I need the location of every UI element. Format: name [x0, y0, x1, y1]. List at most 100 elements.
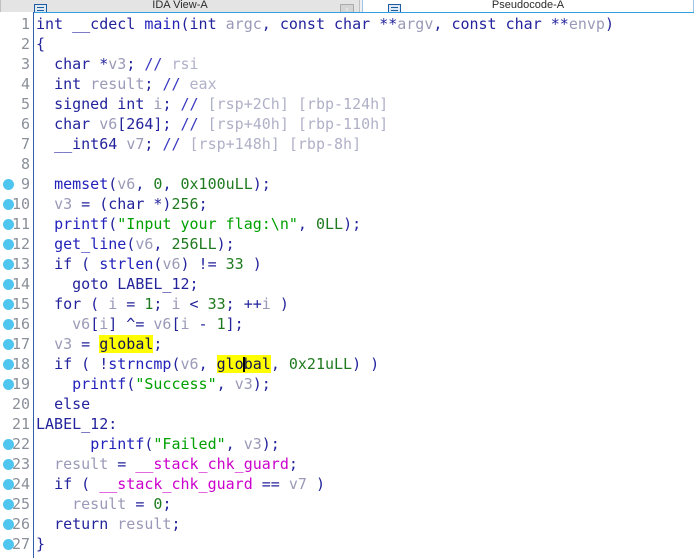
- token-str: "Failed": [153, 435, 226, 453]
- token-punc: [36, 335, 54, 353]
- token-var: result: [54, 455, 109, 473]
- code-text: printf("Failed", v3);: [36, 434, 280, 454]
- line-number: 2: [20, 35, 30, 53]
- token-punc: [36, 115, 54, 133]
- code-line[interactable]: 20 else: [0, 394, 694, 414]
- token-var: i: [261, 295, 271, 313]
- code-line[interactable]: 11 printf("Input your flag:\n", 0LL);: [0, 214, 694, 234]
- code-line[interactable]: 19 printf("Success", v3);: [0, 374, 694, 394]
- token-punc: [36, 395, 54, 413]
- code-line[interactable]: 24 if ( __stack_chk_guard == v7 ): [0, 474, 694, 494]
- token-punc: }: [36, 535, 46, 553]
- code-line[interactable]: 22 printf("Failed", v3);: [0, 434, 694, 454]
- code-line[interactable]: 4 int result; // eax: [0, 74, 694, 94]
- code-line[interactable]: 27}: [0, 534, 694, 554]
- code-line[interactable]: 3 char *v3; // rsi: [0, 54, 694, 74]
- token-var: i: [180, 315, 190, 333]
- tab-ida-view-a-label: IDA View-A: [152, 0, 208, 11]
- line-number: 4: [20, 75, 30, 93]
- code-line[interactable]: 14 goto LABEL_12;: [0, 274, 694, 294]
- highlighted-symbol[interactable]: global: [99, 335, 154, 353]
- code-line[interactable]: 6 char v6[264]; // [rsp+40h] [rbp-110h]: [0, 114, 694, 134]
- token-num: 256: [171, 195, 199, 213]
- token-punc: [36, 455, 54, 473]
- code-line[interactable]: 2{: [0, 34, 694, 54]
- token-punc: **: [379, 15, 398, 33]
- token-punc: [36, 355, 54, 373]
- code-line[interactable]: 8: [0, 154, 694, 174]
- token-var: v3: [54, 335, 73, 353]
- code-line[interactable]: 10 v3 = (char *)256;: [0, 194, 694, 214]
- token-fn: strncmp: [108, 355, 172, 373]
- line-number: 27: [11, 535, 30, 553]
- line-number: 25: [11, 495, 30, 513]
- token-cmt: rsi: [171, 55, 199, 73]
- token-punc: [36, 55, 54, 73]
- code-line[interactable]: 21 LABEL_12:: [0, 414, 694, 434]
- line-number: 13: [11, 255, 30, 273]
- code-line[interactable]: 25 result = 0;: [0, 494, 694, 514]
- token-kw: const char: [279, 15, 380, 33]
- token-punc: ;: [144, 75, 163, 93]
- token-var: v3: [108, 55, 127, 73]
- close-icon[interactable]: ▫: [340, 4, 354, 12]
- token-punc: **: [550, 15, 569, 33]
- token-punc: (: [126, 235, 136, 253]
- token-punc: [36, 215, 54, 233]
- tab-pseudocode-a[interactable]: Pseudocode-A: [362, 0, 694, 12]
- code-line[interactable]: 18 if ( !strncmp(v6, global, 0x21uLL) ): [0, 354, 694, 374]
- token-fn: get_line: [54, 235, 127, 253]
- token-punc: ,: [433, 15, 452, 33]
- token-kw: char: [54, 115, 100, 133]
- line-number: 12: [11, 235, 30, 253]
- pseudocode-editor[interactable]: 1 int __cdecl main(int argc, const char *…: [0, 12, 694, 558]
- code-line[interactable]: 7 __int64 v7; // [rsp+148h] [rbp-8h]: [0, 134, 694, 154]
- line-number: 23: [11, 455, 30, 473]
- token-punc: );: [216, 235, 235, 253]
- token-punc: (: [108, 175, 118, 193]
- code-text: char v6[264]; // [rsp+40h] [rbp-110h]: [36, 114, 388, 134]
- token-punc: =: [108, 455, 136, 473]
- token-cmt: [rsp+2Ch] [rbp-124h]: [207, 95, 389, 113]
- line-number: 7: [20, 135, 30, 153]
- token-punc: [36, 95, 54, 113]
- token-punc: [36, 275, 72, 293]
- code-line[interactable]: 13 if ( strlen(v6) != 33 ): [0, 254, 694, 274]
- code-line[interactable]: 23 result = __stack_chk_guard;: [0, 454, 694, 474]
- code-text: if ( strlen(v6) != 33 ): [36, 254, 262, 274]
- highlighted-symbol[interactable]: global: [216, 355, 271, 373]
- code-line[interactable]: 9 memset(v6, 0, 0x100uLL);: [0, 174, 694, 194]
- token-var: v3: [54, 195, 73, 213]
- document-icon: [388, 4, 401, 12]
- token-glob: __stack_chk_guard: [135, 455, 289, 473]
- token-punc: <: [180, 295, 208, 313]
- token-punc: );: [261, 435, 280, 453]
- token-punc: ;: [171, 515, 181, 533]
- code-line[interactable]: 16 v6[i] ^= v6[i - 1];: [0, 314, 694, 334]
- token-punc: [36, 175, 54, 193]
- code-line[interactable]: 26 return result;: [0, 514, 694, 534]
- token-punc: [36, 375, 72, 393]
- token-punc: ,: [162, 175, 181, 193]
- code-text: int __cdecl main(int argc, const char **…: [36, 14, 614, 34]
- tab-ida-view-a[interactable]: IDA View-A: [0, 0, 360, 12]
- token-punc: [36, 135, 54, 153]
- token-var: result: [72, 495, 127, 513]
- code-line[interactable]: 17 v3 = global;: [0, 334, 694, 354]
- token-punc: ): [243, 255, 262, 273]
- line-number: 22: [11, 435, 30, 453]
- code-line[interactable]: 5 signed int i; // [rsp+2Ch] [rbp-124h]: [0, 94, 694, 114]
- code-line[interactable]: 15 for ( i = 1; i < 33; ++i ): [0, 294, 694, 314]
- code-line[interactable]: 12 get_line(v6, 256LL);: [0, 234, 694, 254]
- line-number: 20: [11, 395, 30, 413]
- token-kw: for: [54, 295, 82, 313]
- token-var: result: [90, 75, 145, 93]
- token-var: v7: [288, 475, 307, 493]
- code-line[interactable]: 1 int __cdecl main(int argc, const char *…: [0, 14, 694, 34]
- token-num: 256LL: [171, 235, 217, 253]
- token-punc: =: [126, 495, 154, 513]
- token-kw: __cdecl: [72, 15, 145, 33]
- token-str: "Input your flag:\n": [117, 215, 298, 233]
- token-num: 0LL: [315, 215, 344, 233]
- code-text: if ( __stack_chk_guard == v7 ): [36, 474, 325, 494]
